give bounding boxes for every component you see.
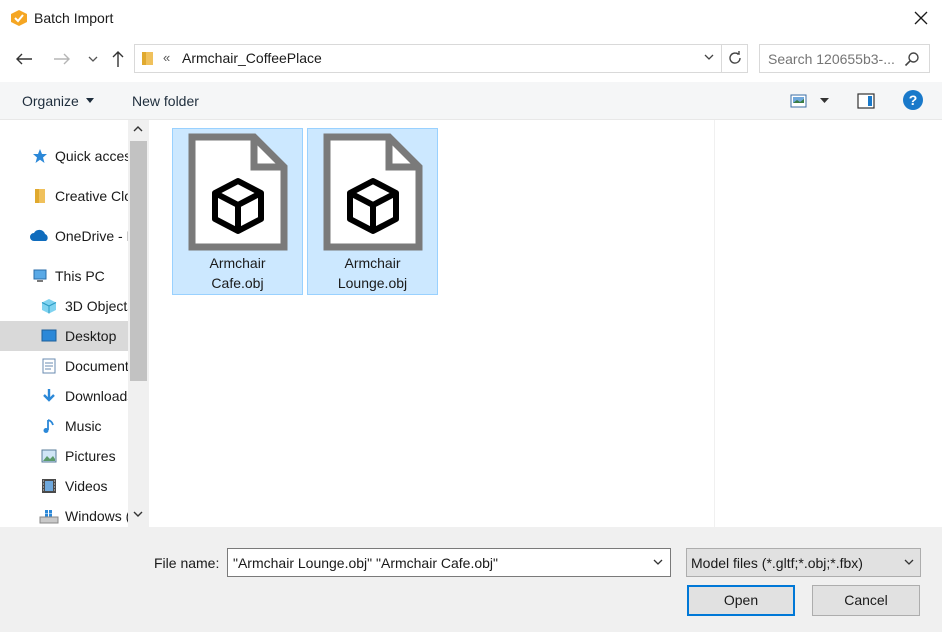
download-icon <box>43 389 55 402</box>
sidebar-item-label: Desktop <box>65 328 117 344</box>
star-icon <box>33 149 47 163</box>
chevron-down-icon[interactable] <box>652 556 664 568</box>
sidebar-item-pictures[interactable]: Pictures <box>0 441 128 471</box>
file-name: Armchair Lounge.obj <box>308 253 437 293</box>
sidebar-item-label: Videos <box>65 478 108 494</box>
chevron-down-icon[interactable] <box>132 509 144 519</box>
open-button[interactable]: Open <box>687 585 795 616</box>
sidebar-item-music[interactable]: Music <box>0 411 128 441</box>
caret-down-icon[interactable] <box>820 98 829 104</box>
file-type-value: Model files (*.gltf;*.obj;*.fbx) <box>691 555 863 571</box>
sidebar-item-label: Windows (C:) <box>65 508 128 524</box>
dialog-footer <box>0 527 942 632</box>
sidebar-item-label: This PC <box>55 268 105 284</box>
forward-button[interactable] <box>51 48 73 70</box>
preview-pane-icon[interactable] <box>857 93 875 109</box>
video-icon <box>42 479 56 493</box>
computer-icon <box>33 269 47 282</box>
sidebar-item-downloads[interactable]: Downloads <box>0 381 128 411</box>
scrollbar-thumb[interactable] <box>130 141 147 381</box>
window-title: Batch Import <box>34 10 114 26</box>
sidebar-item-label: Creative Cloud Files <box>55 188 128 204</box>
chevron-up-icon[interactable] <box>132 124 144 134</box>
file-name-label: File name: <box>154 555 220 571</box>
chevron-down-icon[interactable] <box>703 51 715 63</box>
breadcrumb-path[interactable]: Armchair_CoffeePlace <box>182 50 322 66</box>
search-input[interactable] <box>768 50 900 68</box>
sidebar-item-3d-objects[interactable]: 3D Objects <box>0 291 128 321</box>
back-button[interactable] <box>13 48 35 70</box>
sidebar-item-quick-access[interactable]: Quick access <box>0 141 128 171</box>
breadcrumb-overflow[interactable]: « <box>163 50 170 65</box>
caret-down-icon <box>85 98 94 103</box>
cloud-icon <box>30 229 48 241</box>
divider <box>721 45 722 72</box>
organize-label: Organize <box>22 93 79 109</box>
sidebar-item-label: Quick access <box>55 148 128 164</box>
file-name-line: Lounge.obj <box>337 275 408 291</box>
sidebar-item-documents[interactable]: Documents <box>0 351 128 381</box>
pictures-icon <box>41 449 57 463</box>
app-logo-icon <box>11 10 27 26</box>
back-arrow-icon <box>16 53 32 65</box>
sidebar-item-creative-cloud[interactable]: Creative Cloud Files <box>0 181 128 211</box>
command-bar: Organize New folder ? <box>0 82 942 120</box>
organize-button[interactable]: Organize <box>22 93 94 109</box>
file-name-line: Cafe.obj <box>211 275 264 291</box>
cancel-button[interactable]: Cancel <box>812 585 920 616</box>
folder-icon <box>142 52 153 65</box>
new-folder-button[interactable]: New folder <box>132 93 199 109</box>
file-item[interactable]: Armchair Lounge.obj <box>307 128 438 295</box>
sidebar-item-this-pc[interactable]: This PC <box>0 261 128 291</box>
close-icon <box>914 11 928 25</box>
file-name-value: "Armchair Lounge.obj" "Armchair Cafe.obj… <box>233 555 498 571</box>
sidebar-item-label: Pictures <box>65 448 116 464</box>
file-name-line: Armchair <box>344 255 401 271</box>
search-icon <box>904 52 919 67</box>
search-box[interactable] <box>759 44 930 73</box>
close-button[interactable] <box>906 4 936 32</box>
sidebar-item-label: Documents <box>65 358 128 374</box>
refresh-icon[interactable] <box>726 49 744 67</box>
file-type-select[interactable]: Model files (*.gltf;*.obj;*.fbx) <box>686 548 921 577</box>
desktop-icon <box>41 329 57 342</box>
title-bar: Batch Import <box>0 0 942 36</box>
3d-model-file-icon <box>323 133 423 251</box>
file-name: Armchair Cafe.obj <box>173 253 302 293</box>
file-name-line: Armchair <box>209 255 266 271</box>
sidebar-item-label: Music <box>65 418 102 434</box>
file-name-input[interactable]: "Armchair Lounge.obj" "Armchair Cafe.obj… <box>227 548 671 577</box>
forward-arrow-icon <box>54 53 70 65</box>
music-icon <box>43 419 54 433</box>
up-button[interactable] <box>107 48 129 70</box>
preview-divider <box>714 120 715 527</box>
cube-icon <box>41 299 57 314</box>
folder-icon <box>35 189 45 203</box>
view-options-icon[interactable] <box>790 93 808 109</box>
sidebar-item-videos[interactable]: Videos <box>0 471 128 501</box>
file-item[interactable]: Armchair Cafe.obj <box>172 128 303 295</box>
sidebar-item-desktop[interactable]: Desktop <box>0 321 128 351</box>
3d-model-file-icon <box>188 133 288 251</box>
chevron-down-icon <box>904 559 914 565</box>
help-icon[interactable]: ? <box>903 90 923 110</box>
sidebar-item-label: Downloads <box>65 388 128 404</box>
sidebar-item-label: OneDrive - Personal <box>55 228 128 244</box>
document-icon <box>42 358 56 374</box>
sidebar-item-windows-drive[interactable]: Windows (C:) <box>0 501 128 527</box>
chevron-down-icon <box>88 56 98 62</box>
up-arrow-icon <box>112 51 124 67</box>
address-bar[interactable]: « Armchair_CoffeePlace <box>134 44 748 73</box>
sidebar-item-onedrive[interactable]: OneDrive - Personal <box>0 221 128 251</box>
recent-locations-button[interactable] <box>82 48 104 70</box>
drive-icon <box>39 510 59 524</box>
sidebar-item-label: 3D Objects <box>65 298 128 314</box>
